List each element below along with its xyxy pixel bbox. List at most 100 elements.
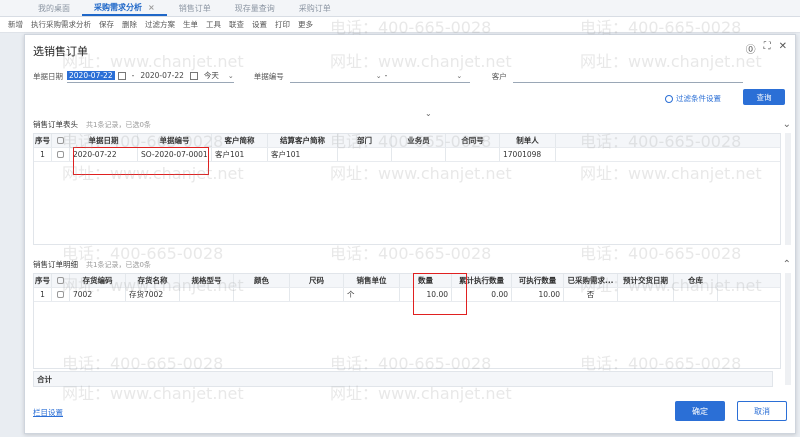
menu-new[interactable]: 新增	[4, 19, 27, 30]
table-row[interactable]: 1 7002 存货7002 个 10.00 0.00 10.00 否	[34, 288, 780, 302]
menu-settings[interactable]: 设置	[248, 19, 271, 30]
tab-label: 销售订单	[178, 3, 211, 13]
date-range-field[interactable]: 2020-07-22 - 2020-07-22 今天 ⌄	[67, 69, 234, 83]
detail-section-bar: 销售订单明细 共1条记录，已选0条 ⌃	[33, 259, 791, 270]
toolbar: 新增 执行采购需求分析 保存 删除 过滤方案 生单 工具 联查 设置 打印 更多	[0, 17, 800, 33]
query-button[interactable]: 查询	[743, 89, 785, 105]
dialog-title: 选销售订单	[33, 45, 88, 58]
cell-creator: 17001098	[500, 148, 556, 161]
cell-color	[234, 288, 290, 301]
date-from[interactable]: 2020-07-22	[67, 71, 115, 80]
detail-section-summary: 共1条记录，已选0条	[86, 260, 151, 269]
advanced-filter-label: 过滤条件设置	[676, 94, 721, 103]
menu-run-analysis[interactable]: 执行采购需求分析	[27, 19, 95, 30]
detail-scrollbar[interactable]	[785, 273, 791, 385]
cell-purchase-demand: 否	[564, 288, 618, 301]
cell-item-name: 存货7002	[126, 288, 180, 301]
col-delivery-date[interactable]: 预计交货日期	[618, 274, 674, 287]
header-section-title: 销售订单表头	[33, 120, 78, 129]
col-salesman[interactable]: 业务员	[392, 134, 446, 147]
menu-tools[interactable]: 工具	[202, 19, 225, 30]
date-label: 单据日期	[33, 71, 63, 81]
detail-grid-header: 序号 存货编码 存货名称 规格型号 颜色 尺码 销售单位 数量 累计执行数量 可…	[34, 274, 780, 288]
highlight-box-date-billno	[73, 147, 209, 175]
col-sales-unit[interactable]: 销售单位	[344, 274, 400, 287]
cell-executable-qty: 10.00	[512, 288, 564, 301]
billno-range-field[interactable]: ⌄ - ⌄	[289, 69, 470, 83]
billno-separator: -	[384, 71, 388, 80]
calendar-icon[interactable]	[117, 71, 126, 80]
cell-size	[290, 288, 344, 301]
col-color[interactable]: 颜色	[234, 274, 290, 287]
filter-settings-icon	[665, 94, 673, 103]
advanced-filter-link[interactable]: 过滤条件设置	[665, 93, 721, 104]
date-separator: -	[131, 71, 135, 80]
tab-desktop[interactable]: 我的桌面	[26, 0, 82, 16]
col-executable-qty[interactable]: 可执行数量	[512, 274, 564, 287]
col-warehouse[interactable]: 仓库	[674, 274, 718, 287]
menu-save[interactable]: 保存	[95, 19, 118, 30]
col-spec[interactable]: 规格型号	[180, 274, 234, 287]
col-seq: 序号	[35, 134, 52, 147]
col-contract[interactable]: 合同号	[446, 134, 500, 147]
highlight-box-quantity	[413, 273, 467, 315]
close-icon[interactable]: ✕	[779, 41, 787, 56]
row-checkbox[interactable]	[52, 288, 70, 301]
cell-warehouse	[674, 288, 718, 301]
menu-generate[interactable]: 生单	[179, 19, 202, 30]
filter-bar: 单据日期 2020-07-22 - 2020-07-22 今天 ⌄ 单据编号 ⌄…	[33, 67, 793, 85]
col-bill-no[interactable]: 单据编号	[138, 134, 212, 147]
cell-seq: 1	[34, 288, 52, 301]
col-size[interactable]: 尺码	[290, 274, 344, 287]
detail-section-title: 销售订单明细	[33, 260, 78, 269]
help-icon[interactable]: ⓪	[746, 41, 756, 56]
cell-seq: 1	[34, 148, 52, 161]
chevron-down-icon[interactable]: ⌄	[456, 72, 462, 80]
col-creator[interactable]: 制单人	[500, 134, 556, 147]
column-settings-link[interactable]: 栏目设置	[33, 407, 63, 418]
col-item-name[interactable]: 存货名称	[126, 274, 180, 287]
tab-sales-order[interactable]: 销售订单	[167, 0, 223, 16]
chevron-down-icon[interactable]: ⌄	[228, 72, 234, 80]
chevron-up-icon[interactable]: ⌃	[783, 259, 791, 270]
tab-purchase-demand-analysis[interactable]: 采购需求分析 ×	[82, 0, 167, 16]
cancel-button[interactable]: 取消	[737, 401, 787, 421]
menu-more[interactable]: 更多	[294, 19, 317, 30]
cell-settle-customer: 客户101	[268, 148, 338, 161]
menu-link-query[interactable]: 联查	[225, 19, 248, 30]
col-customer[interactable]: 客户简称	[212, 134, 268, 147]
close-icon[interactable]: ×	[148, 3, 155, 12]
collapse-filter-icon[interactable]: ⌄	[425, 109, 432, 118]
select-all-checkbox[interactable]	[52, 134, 70, 147]
col-purchase-demand[interactable]: 已采购需求...	[564, 274, 618, 287]
row-checkbox[interactable]	[52, 148, 70, 161]
tab-stock-query[interactable]: 现存量查询	[223, 0, 287, 16]
col-department[interactable]: 部门	[338, 134, 392, 147]
header-scrollbar[interactable]	[785, 133, 791, 245]
maximize-icon[interactable]: ⛶	[764, 41, 771, 56]
cell-item-code: 7002	[70, 288, 126, 301]
select-all-checkbox[interactable]	[52, 274, 70, 287]
ok-button[interactable]: 确定	[675, 401, 725, 421]
col-seq: 序号	[35, 274, 52, 287]
tab-label: 现存量查询	[234, 3, 275, 13]
menu-filter-scheme[interactable]: 过滤方案	[141, 19, 179, 30]
col-settle-customer[interactable]: 结算客户简称	[268, 134, 338, 147]
total-label: 合计	[37, 374, 52, 384]
col-item-code[interactable]: 存货编码	[70, 274, 126, 287]
col-bill-date[interactable]: 单据日期	[70, 134, 138, 147]
billno-label: 单据编号	[253, 71, 284, 81]
calendar-icon[interactable]	[189, 71, 198, 80]
tab-label: 采购订单	[298, 3, 331, 13]
cell-department	[338, 148, 392, 161]
header-grid-header: 序号 单据日期 单据编号 客户简称 结算客户简称 部门 业务员 合同号 制单人	[34, 134, 780, 148]
customer-field[interactable]	[512, 69, 743, 83]
menu-delete[interactable]: 删除	[118, 19, 141, 30]
menu-print[interactable]: 打印	[271, 19, 294, 30]
date-range-select[interactable]: 今天	[201, 70, 222, 81]
date-to[interactable]: 2020-07-22	[137, 71, 187, 80]
tab-bar: 我的桌面 采购需求分析 × 销售订单 现存量查询 采购订单	[0, 0, 800, 17]
tab-label: 我的桌面	[38, 3, 70, 13]
chevron-down-icon[interactable]: ⌄	[783, 119, 791, 130]
tab-purchase-order[interactable]: 采购订单	[287, 0, 343, 16]
